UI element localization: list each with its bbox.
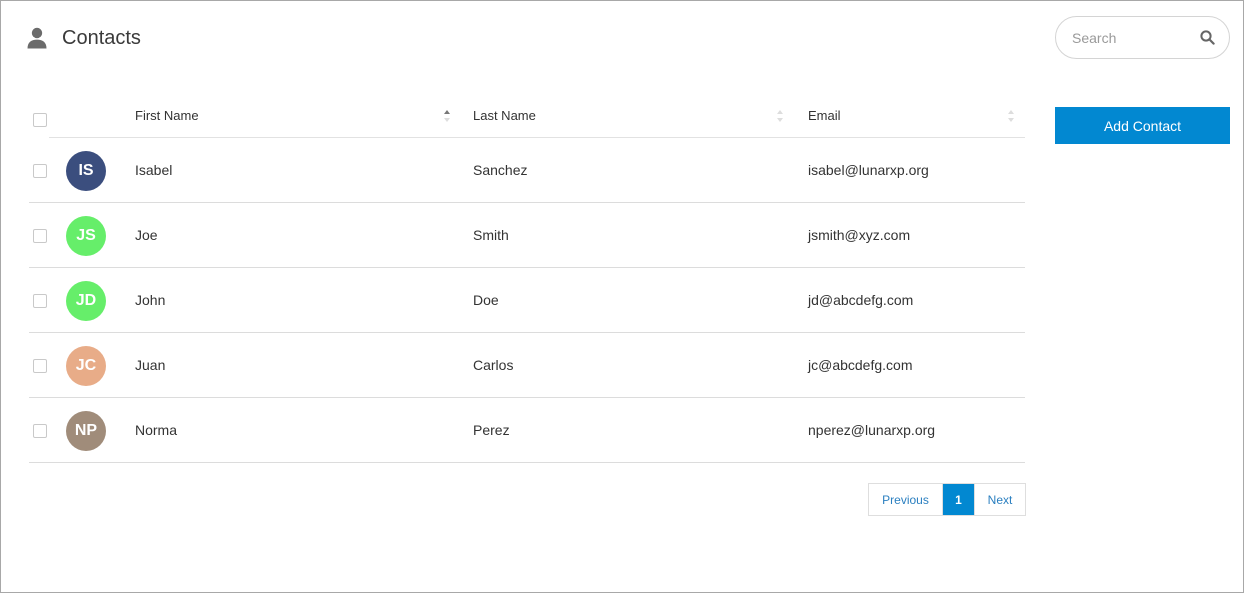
email-cell: jsmith@xyz.com xyxy=(808,227,911,243)
page-header: Contacts xyxy=(27,25,141,51)
search-icon[interactable] xyxy=(1200,30,1215,45)
row-checkbox[interactable] xyxy=(33,294,47,308)
sort-email-icon[interactable] xyxy=(1008,110,1016,128)
last-name-cell: Doe xyxy=(473,292,499,308)
column-header-first-name[interactable]: First Name xyxy=(135,108,199,123)
avatar: JC xyxy=(66,346,106,386)
search-box[interactable] xyxy=(1055,16,1230,59)
avatar: IS xyxy=(66,151,106,191)
next-page-button[interactable]: Next xyxy=(974,484,1025,515)
column-header-email[interactable]: Email xyxy=(808,108,841,123)
avatar: JD xyxy=(66,281,106,321)
table-row[interactable]: NP Norma Perez nperez@lunarxp.org xyxy=(29,398,1025,463)
row-checkbox[interactable] xyxy=(33,164,47,178)
last-name-cell: Smith xyxy=(473,227,509,243)
first-name-cell: Juan xyxy=(135,357,166,373)
add-contact-button[interactable]: Add Contact xyxy=(1055,107,1230,144)
first-name-cell: Norma xyxy=(135,422,178,438)
table-row[interactable]: JC Juan Carlos jc@abcdefg.com xyxy=(29,333,1025,398)
row-checkbox[interactable] xyxy=(33,424,47,438)
table-header: First Name Last Name Email xyxy=(29,97,1025,138)
search-input[interactable] xyxy=(1072,29,1200,46)
user-icon xyxy=(27,27,47,49)
avatar: NP xyxy=(66,411,106,451)
sort-first-name-icon[interactable] xyxy=(444,110,452,128)
email-cell: jd@abcdefg.com xyxy=(808,292,914,308)
row-checkbox[interactable] xyxy=(33,229,47,243)
first-name-cell: Isabel xyxy=(135,162,173,178)
select-all-checkbox[interactable] xyxy=(33,113,47,127)
pagination: Previous 1 Next xyxy=(868,483,1026,516)
sort-last-name-icon[interactable] xyxy=(777,110,785,128)
contacts-panel: Contacts Add Contact First Name Last Nam… xyxy=(0,0,1244,593)
email-cell: isabel@lunarxp.org xyxy=(808,162,929,178)
last-name-cell: Perez xyxy=(473,422,510,438)
email-cell: nperez@lunarxp.org xyxy=(808,422,936,438)
page-1-button[interactable]: 1 xyxy=(943,484,974,515)
avatar: JS xyxy=(66,216,106,256)
table-row[interactable]: JS Joe Smith jsmith@xyz.com xyxy=(29,203,1025,268)
first-name-cell: Joe xyxy=(135,227,158,243)
page-title: Contacts xyxy=(62,26,141,49)
email-cell: jc@abcdefg.com xyxy=(808,357,913,373)
table-row[interactable]: IS Isabel Sanchez isabel@lunarxp.org xyxy=(29,138,1025,203)
previous-page-button[interactable]: Previous xyxy=(869,484,943,515)
table-row[interactable]: JD John Doe jd@abcdefg.com xyxy=(29,268,1025,333)
column-header-last-name[interactable]: Last Name xyxy=(473,108,536,123)
contacts-table: First Name Last Name Email IS Isabel San… xyxy=(29,97,1025,463)
last-name-cell: Sanchez xyxy=(473,162,528,178)
last-name-cell: Carlos xyxy=(473,357,514,373)
first-name-cell: John xyxy=(135,292,166,308)
row-checkbox[interactable] xyxy=(33,359,47,373)
